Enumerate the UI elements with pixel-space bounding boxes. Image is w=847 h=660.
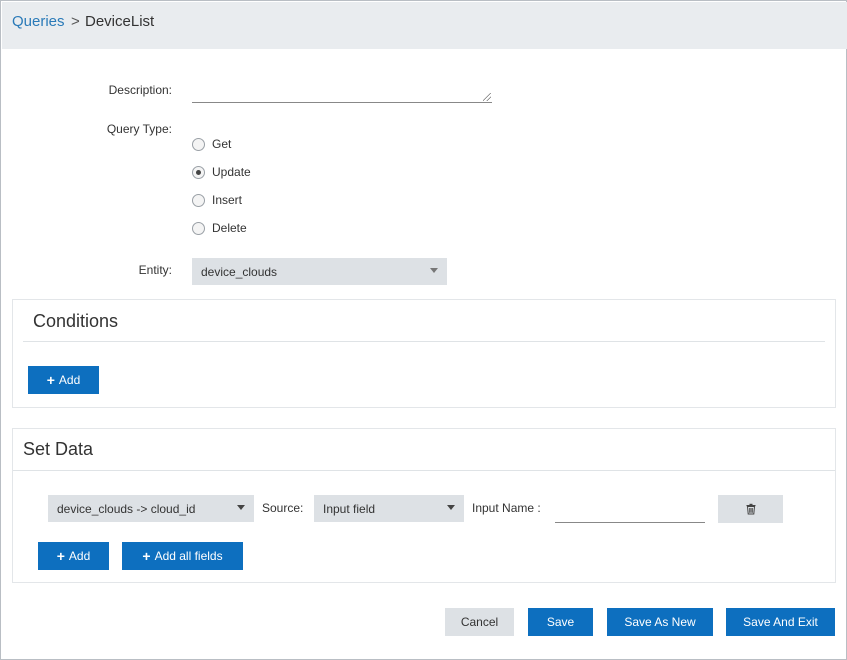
description-field[interactable] bbox=[192, 81, 492, 103]
radio-delete-label: Delete bbox=[212, 221, 247, 235]
conditions-add-button[interactable]: + Add bbox=[28, 366, 99, 394]
breadcrumb-queries-link[interactable]: Queries bbox=[12, 13, 65, 30]
entity-select-value: device_clouds bbox=[201, 264, 278, 279]
caret-down-icon bbox=[430, 268, 438, 273]
radio-get-label: Get bbox=[212, 137, 232, 151]
entity-label: Entity: bbox=[138, 263, 172, 277]
caret-down-icon bbox=[237, 505, 245, 510]
save-and-exit-label: Save And Exit bbox=[743, 615, 818, 629]
field-select[interactable]: device_clouds -> cloud_id bbox=[48, 495, 254, 522]
conditions-title: Conditions bbox=[33, 311, 119, 331]
save-button[interactable]: Save bbox=[528, 608, 593, 636]
radio-update-label: Update bbox=[212, 165, 251, 179]
source-select[interactable]: Input field bbox=[314, 495, 464, 522]
conditions-divider bbox=[23, 341, 825, 342]
plus-icon: + bbox=[46, 372, 55, 388]
save-as-new-button[interactable]: Save As New bbox=[607, 608, 713, 636]
breadcrumb-current: DeviceList bbox=[85, 13, 155, 30]
add-all-fields-button[interactable]: + Add all fields bbox=[122, 542, 243, 570]
set-data-title: Set Data bbox=[23, 439, 94, 459]
query-type-delete[interactable]: Delete bbox=[192, 220, 247, 236]
field-select-value: device_clouds -> cloud_id bbox=[57, 501, 196, 516]
header-bar: Queries > DeviceList bbox=[2, 2, 847, 49]
save-label: Save bbox=[546, 615, 575, 629]
query-type-label: Query Type: bbox=[106, 122, 172, 136]
caret-down-icon bbox=[447, 505, 455, 510]
conditions-add-label: Add bbox=[58, 373, 81, 387]
add-all-fields-label: Add all fields bbox=[154, 549, 223, 563]
conditions-panel: Conditions + Add bbox=[12, 299, 836, 408]
set-data-divider bbox=[13, 470, 835, 471]
query-editor-window: Queries > DeviceList Description: Query … bbox=[0, 0, 847, 660]
query-type-insert[interactable]: Insert bbox=[192, 192, 242, 208]
query-type-update[interactable]: Update bbox=[192, 164, 251, 180]
radio-get[interactable] bbox=[192, 137, 205, 151]
query-type-get[interactable]: Get bbox=[192, 136, 231, 152]
delete-row-button[interactable] bbox=[718, 495, 783, 523]
description-label: Description: bbox=[108, 83, 172, 97]
cancel-button[interactable]: Cancel bbox=[445, 608, 514, 636]
save-and-exit-button[interactable]: Save And Exit bbox=[726, 608, 835, 636]
entity-select[interactable]: device_clouds bbox=[192, 258, 447, 285]
breadcrumb-separator: > bbox=[71, 13, 80, 30]
input-name-field[interactable] bbox=[555, 496, 705, 523]
input-name-label: Input Name : bbox=[472, 501, 541, 515]
source-label: Source: bbox=[262, 501, 304, 515]
radio-insert-label: Insert bbox=[212, 193, 243, 207]
trash-icon bbox=[746, 503, 755, 515]
plus-icon: + bbox=[142, 548, 151, 564]
radio-insert[interactable] bbox=[192, 193, 205, 207]
source-select-value: Input field bbox=[323, 501, 376, 516]
plus-icon: + bbox=[56, 548, 65, 564]
set-data-add-label: Add bbox=[68, 549, 91, 563]
radio-update[interactable] bbox=[192, 165, 205, 179]
save-as-new-label: Save As New bbox=[624, 615, 696, 629]
cancel-label: Cancel bbox=[460, 615, 499, 629]
set-data-add-button[interactable]: + Add bbox=[38, 542, 109, 570]
resize-grip-icon[interactable] bbox=[483, 93, 491, 101]
radio-delete[interactable] bbox=[192, 221, 205, 235]
